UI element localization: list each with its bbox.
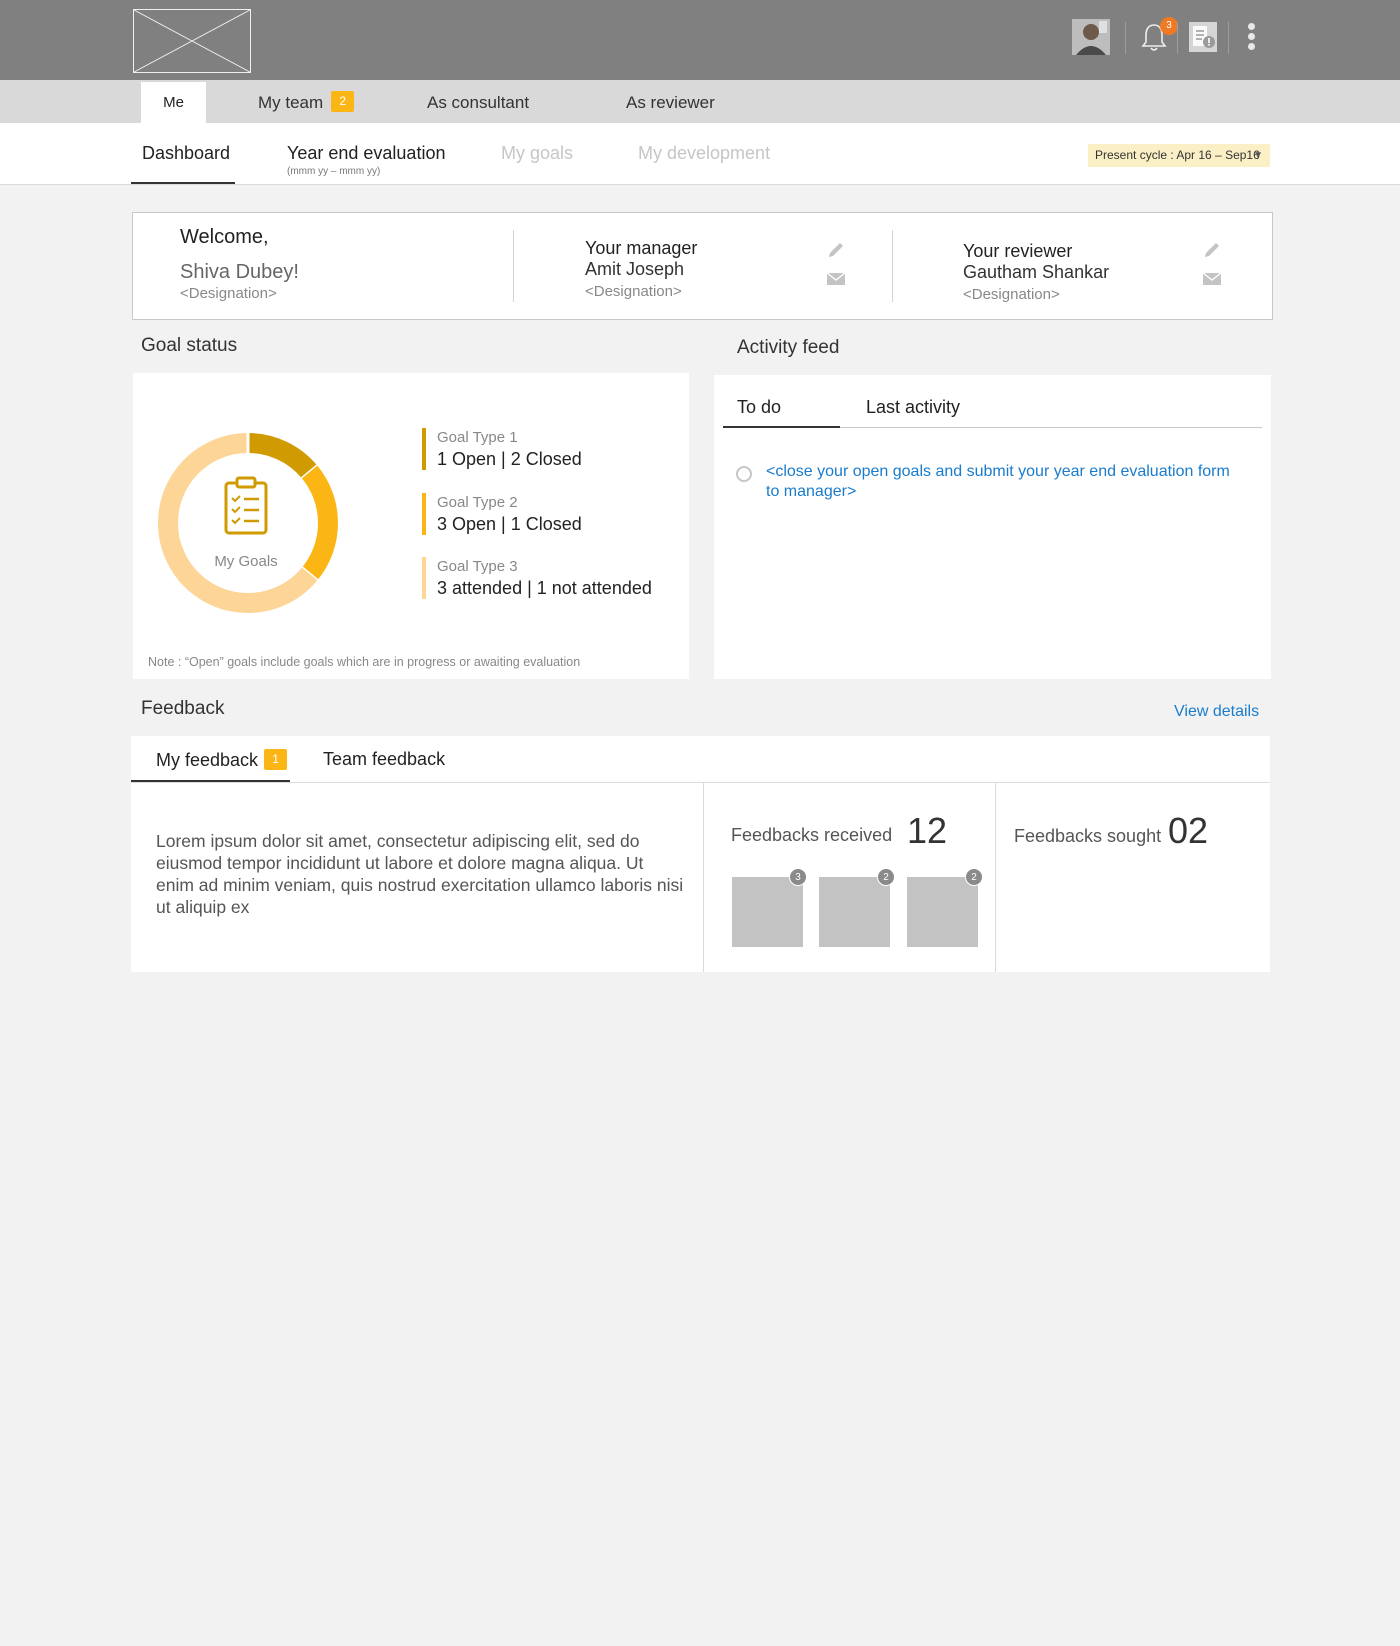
active-tab-underline: [723, 426, 840, 428]
thumbnail-badge: 2: [965, 868, 983, 886]
top-header: 3: [0, 0, 1400, 80]
user-designation: <Designation>: [180, 285, 277, 302]
feedback-thumbnail[interactable]: [907, 877, 978, 947]
header-separator: [1228, 22, 1229, 54]
logo-placeholder-icon: [134, 10, 250, 72]
header-separator: [1125, 22, 1126, 54]
activity-feed-heading: Activity feed: [737, 337, 840, 358]
manager-designation: <Designation>: [585, 283, 682, 300]
tab-year-end-evaluation-label: Year end evaluation: [287, 143, 446, 163]
email-reviewer-envelope-icon[interactable]: [1202, 269, 1222, 289]
dropdown-arrow-icon: ▼: [1253, 150, 1263, 161]
reviewer-name: Gautham Shankar: [963, 262, 1110, 282]
tab-my-development[interactable]: My development: [638, 143, 770, 164]
tab-my-feedback[interactable]: My feedback 1: [156, 749, 288, 771]
feedbacks-received-label: Feedbacks received: [731, 825, 893, 845]
user-name: Shiva Dubey!: [180, 261, 299, 283]
todo-radio[interactable]: [736, 466, 752, 482]
donut-segment-goal-type-3[interactable]: [158, 433, 318, 613]
tab-my-development-label: My development: [638, 143, 771, 163]
header-separator: [1177, 22, 1178, 54]
feedback-heading: Feedback: [141, 698, 225, 719]
tab-my-goals[interactable]: My goals: [501, 143, 573, 164]
feedbacks-received-count: 12: [907, 810, 948, 851]
goal-type-1-value: 1 Open | 2 Closed: [437, 449, 582, 469]
goal-type-3-name: Goal Type 3: [437, 558, 518, 575]
active-tab-underline: [131, 182, 235, 184]
tab-dashboard-label: Dashboard: [142, 143, 231, 163]
donut-center-label: My Goals: [214, 553, 277, 570]
goal-type-2[interactable]: Goal Type 2 3 Open | 1 Closed: [422, 493, 582, 535]
feedbacks-sought-label: Feedbacks sought: [1014, 826, 1162, 846]
tab-my-feedback-label: My feedback: [156, 750, 259, 770]
feedback-text: Lorem ipsum dolor sit amet, consectetur …: [156, 831, 684, 917]
edit-reviewer-pencil-icon[interactable]: [1202, 240, 1222, 260]
tab-as-reviewer-label: As reviewer: [626, 93, 715, 112]
manager-label: Your manager: [585, 238, 698, 258]
goal-note: Note : “Open” goals include goals which …: [148, 655, 581, 669]
feedback-tab-bar: My feedback 1 Team feedback: [131, 736, 1270, 783]
goal-donut-chart[interactable]: My Goals: [153, 428, 343, 618]
activity-feed-panel: To do Last activity <close your open goa…: [714, 375, 1271, 679]
tab-team-feedback-label: Team feedback: [323, 749, 446, 769]
goal-type-3[interactable]: Goal Type 3 3 attended | 1 not attended: [422, 557, 652, 599]
tab-my-goals-label: My goals: [501, 143, 574, 163]
welcome-greeting: Welcome,: [180, 226, 269, 248]
active-tab-underline: [131, 780, 290, 782]
tab-as-reviewer[interactable]: As reviewer: [626, 82, 715, 123]
cycle-dropdown[interactable]: Present cycle : Apr 16 – Sep16 ▼: [1088, 144, 1270, 167]
welcome-card: Welcome, Shiva Dubey! <Designation> Your…: [132, 212, 1273, 320]
feedback-thumbnail[interactable]: [732, 877, 803, 947]
tab-my-team-label: My team: [258, 93, 324, 112]
reviewer-label: Your reviewer: [963, 241, 1073, 261]
divider: [703, 783, 704, 972]
my-feedback-badge: 1: [264, 749, 288, 770]
manager-name: Amit Joseph: [585, 259, 685, 279]
tab-last-activity[interactable]: Last activity: [866, 397, 960, 418]
donut-segment-goal-type-1[interactable]: [247, 433, 318, 479]
tab-year-end-evaluation[interactable]: Year end evaluation (mmm yy – mmm yy): [287, 143, 445, 177]
email-manager-envelope-icon[interactable]: [826, 269, 846, 289]
clipboard-icon: [224, 476, 268, 535]
tab-to-do[interactable]: To do: [737, 397, 781, 418]
goal-type-2-name: Goal Type 2: [437, 494, 518, 511]
evaluation-period: (mmm yy – mmm yy): [287, 166, 381, 177]
tab-as-consultant-label: As consultant: [427, 93, 530, 112]
edit-manager-pencil-icon[interactable]: [826, 240, 846, 260]
goal-type-1-name: Goal Type 1: [437, 429, 518, 446]
reviewer-designation: <Designation>: [963, 286, 1060, 303]
my-team-badge: 2: [331, 91, 355, 112]
report-icon[interactable]: [1188, 21, 1218, 53]
user-avatar[interactable]: [1072, 19, 1110, 55]
goal-type-3-value: 3 attended | 1 not attended: [437, 578, 652, 598]
feedbacks-sought-count: 02: [1168, 810, 1209, 851]
todo-item-link[interactable]: <close your open goals and submit your y…: [766, 462, 1246, 502]
more-options-icon[interactable]: [1244, 23, 1258, 53]
logo-placeholder[interactable]: [133, 9, 251, 73]
feedback-thumbnail[interactable]: [819, 877, 890, 947]
goal-type-1[interactable]: Goal Type 1 1 Open | 2 Closed: [422, 428, 582, 470]
primary-tab-bar: Me My team 2 As consultant As reviewer: [0, 80, 1400, 123]
cycle-dropdown-label: Present cycle : Apr 16 – Sep16: [1095, 148, 1260, 162]
divider: [995, 783, 996, 972]
goal-type-2-value: 3 Open | 1 Closed: [437, 514, 582, 534]
goal-status-heading: Goal status: [141, 335, 238, 356]
tab-team-feedback[interactable]: Team feedback: [323, 749, 445, 770]
thumbnail-badge: 3: [789, 868, 807, 886]
view-details-link[interactable]: View details: [1174, 703, 1259, 721]
tab-my-team[interactable]: My team 2: [258, 82, 355, 123]
tab-dashboard[interactable]: Dashboard: [142, 143, 230, 164]
tab-as-consultant[interactable]: As consultant: [427, 82, 529, 123]
tab-me-label: Me: [163, 94, 184, 111]
thumbnail-badge: 2: [877, 868, 895, 886]
donut-segment-goal-type-2[interactable]: [301, 465, 338, 581]
notification-badge: 3: [1160, 17, 1178, 35]
tab-me[interactable]: Me: [141, 82, 206, 123]
feedback-body: Lorem ipsum dolor sit amet, consectetur …: [131, 783, 1270, 972]
divider: [892, 230, 893, 302]
goal-status-panel: My Goals Goal Type 1 1 Open | 2 Closed G…: [133, 373, 689, 679]
divider: [513, 230, 514, 302]
